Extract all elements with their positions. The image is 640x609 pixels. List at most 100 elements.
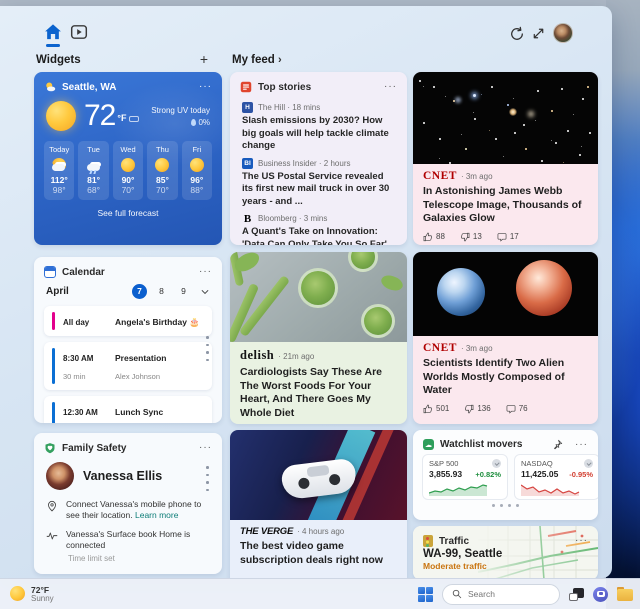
calendar-date-selected[interactable]: 7 (132, 284, 147, 299)
traffic-light-icon (423, 535, 433, 547)
family-safety-title: Family Safety (62, 443, 193, 454)
weather-menu-button[interactable]: ··· (199, 84, 212, 90)
tab-entertainment[interactable] (70, 23, 88, 41)
forecast-day[interactable]: Fri 96°88° (182, 141, 212, 200)
watchlist-widget[interactable]: Watchlist movers ··· S&P 500 3,855.93+0.… (413, 430, 598, 520)
refresh-icon (509, 26, 525, 42)
add-widget-button[interactable]: + (195, 50, 213, 68)
forecast-day[interactable]: Tue 81°68° (78, 141, 108, 200)
calendar-scrollbar[interactable] (206, 336, 209, 361)
family-menu-button[interactable]: ··· (199, 445, 212, 451)
check-circle-icon[interactable] (492, 459, 501, 468)
user-avatar[interactable] (553, 23, 573, 43)
family-member-avatar[interactable] (46, 462, 74, 490)
forecast-day[interactable]: Wed 90°70° (113, 141, 143, 200)
family-safety-widget[interactable]: Family Safety ··· Vanessa Ellis Connect … (34, 433, 222, 574)
top-stories-card[interactable]: Top stories ··· HThe Hill · 18 mins Slas… (230, 72, 407, 245)
sun-icon (46, 101, 76, 131)
sparkline-down (521, 481, 593, 496)
sparkline-up (429, 481, 501, 496)
play-icon (70, 23, 88, 41)
feed-section-title[interactable]: My feed › (232, 54, 282, 66)
thumbs-up-icon (423, 404, 433, 414)
thumbs-down-icon (464, 404, 474, 414)
source-favicon: H (242, 102, 253, 113)
stock-tile[interactable]: S&P 500 3,855.93+0.82% (422, 454, 508, 500)
calendar-menu-button[interactable]: ··· (199, 269, 212, 275)
calendar-event[interactable]: 8:30 AM 30 min Presentation Alex Johnson (44, 342, 212, 390)
pin-icon[interactable] (552, 439, 563, 450)
news-item[interactable]: BIBusiness Insider · 2 hours The US Post… (230, 153, 407, 209)
sun-icon (10, 586, 25, 601)
chat-button[interactable] (593, 587, 608, 602)
calendar-date[interactable]: 9 (176, 284, 191, 299)
calendar-month: April (46, 286, 132, 297)
article-card-delish[interactable]: delish· 21m ago Cardiologists Say These … (230, 252, 407, 424)
uv-status: Strong UV today (151, 106, 210, 115)
weather-widget[interactable]: Seattle, WA ··· 72 °F Strong UV today 0%… (34, 72, 222, 245)
top-stories-menu-button[interactable]: ··· (384, 84, 397, 90)
refresh-button[interactable] (509, 26, 527, 44)
traffic-widget[interactable]: Traffic ··· WA-99, Seattle Moderate traf… (413, 526, 598, 578)
forecast-day[interactable]: Today 112°98° (44, 141, 74, 200)
calendar-icon (44, 266, 56, 278)
calendar-widget[interactable]: Calendar ··· April 7 8 9 All day Angela'… (34, 257, 222, 423)
comment-icon (506, 404, 516, 414)
like-button[interactable]: 88 (423, 232, 445, 242)
forecast-day[interactable]: Thu 85°70° (147, 141, 177, 200)
news-item[interactable]: HThe Hill · 18 mins Slash emissions by 2… (230, 97, 407, 153)
calendar-event[interactable]: 12:30 AM 1h Lunch Sync Teams Meeting (44, 396, 212, 423)
search-icon (452, 589, 462, 599)
calendar-event[interactable]: All day Angela's Birthday 🎂 (44, 306, 212, 336)
unit-toggle-icon[interactable] (129, 116, 139, 122)
article-card-water[interactable]: CNET· 3m ago Scientists Identify Two Ali… (413, 252, 598, 424)
forecast-weather-icon (52, 158, 66, 172)
chevron-right-icon: › (278, 54, 282, 66)
like-button[interactable]: 501 (423, 404, 449, 414)
watchlist-pagination-dots[interactable] (413, 504, 598, 507)
see-full-forecast-link[interactable]: See full forecast (34, 208, 222, 218)
taskbar-weather-button[interactable]: 72°F Sunny (0, 585, 54, 604)
forecast-weather-icon (121, 158, 135, 172)
watchlist-title: Watchlist movers (440, 439, 546, 450)
droplet-icon (191, 119, 196, 126)
article-card-webb[interactable]: CNET· 3m ago In Astonishing James Webb T… (413, 72, 598, 245)
comment-icon (497, 232, 507, 242)
thumbs-down-icon (460, 232, 470, 242)
precip-chance: 0% (198, 118, 210, 127)
article-image-starfield (413, 72, 598, 164)
tab-home[interactable] (44, 23, 62, 41)
taskbar-search[interactable] (442, 584, 560, 605)
stocks-icon (423, 439, 434, 450)
task-view-button[interactable] (569, 588, 584, 601)
search-input[interactable] (468, 589, 548, 599)
comments-button[interactable]: 76 (506, 404, 528, 414)
start-button[interactable] (418, 587, 433, 602)
traffic-menu-button[interactable]: ··· (575, 538, 588, 544)
chevron-down-icon[interactable] (200, 287, 210, 297)
check-circle-icon[interactable] (584, 459, 593, 468)
file-explorer-button[interactable] (617, 589, 633, 601)
news-item[interactable]: BBloomberg · 3 mins A Quant's Take on In… (230, 208, 407, 245)
weather-icon (44, 81, 56, 93)
home-icon (44, 23, 62, 41)
active-tab-indicator (46, 44, 60, 47)
event-color-bar (52, 402, 55, 423)
learn-more-link[interactable]: Learn more (135, 510, 178, 520)
dislike-button[interactable]: 136 (464, 404, 490, 414)
family-device-row: Vanessa's Surface book Home is connected (34, 522, 222, 552)
source-logo: CNET (423, 170, 457, 182)
family-location-row: Connect Vanessa's mobile phone to see th… (34, 492, 222, 522)
activity-pulse-icon (46, 530, 58, 542)
article-card-verge[interactable]: THE VERGE· 4 hours ago The best video ga… (230, 430, 407, 578)
source-logo: THE VERGE (240, 526, 293, 537)
expand-button[interactable] (531, 26, 549, 44)
comments-button[interactable]: 17 (497, 232, 519, 242)
watchlist-menu-button[interactable]: ··· (575, 442, 588, 448)
family-scrollbar[interactable] (206, 466, 209, 491)
dislike-button[interactable]: 13 (460, 232, 482, 242)
calendar-date[interactable]: 8 (154, 284, 169, 299)
stock-tile[interactable]: NASDAQ 11,425.05-0.95% (514, 454, 598, 500)
traffic-status: Moderate traffic (413, 560, 598, 571)
source-favicon: BI (242, 158, 253, 169)
